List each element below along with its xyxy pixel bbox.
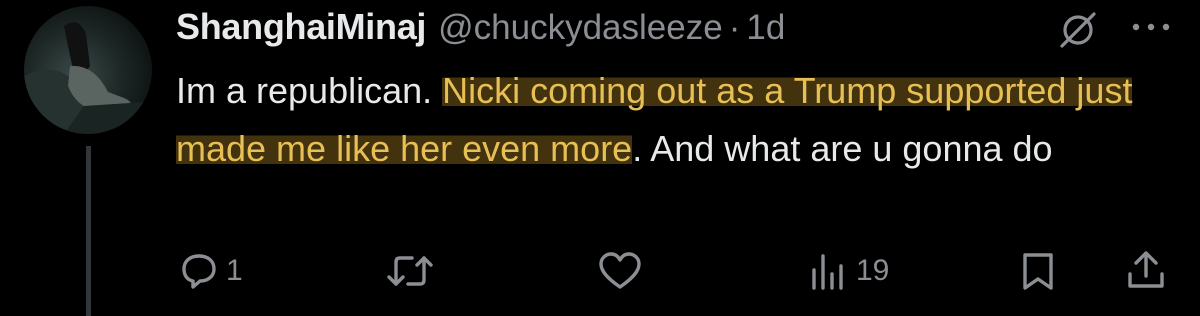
avatar[interactable] xyxy=(24,6,152,134)
like-icon xyxy=(599,252,641,289)
avatar-image xyxy=(24,22,152,134)
grok-icon[interactable] xyxy=(1056,8,1100,52)
retweet-button[interactable] xyxy=(386,250,434,292)
timestamp[interactable]: 1d xyxy=(746,8,785,48)
tweet-text-plain: Im a republican. xyxy=(176,70,443,111)
action-bar: 1 19 xyxy=(0,246,1200,296)
display-name[interactable]: ShanghaiMinaj xyxy=(176,6,426,48)
tweet-text: Im a republican. Nicki coming out as a T… xyxy=(176,62,1176,178)
tweet-header: ShanghaiMinaj @chuckydasleeze · 1d xyxy=(176,6,785,52)
separator-dot: · xyxy=(728,8,741,47)
tweet-text-end: . And what are u gonna do xyxy=(632,128,1053,169)
more-icon[interactable] xyxy=(1126,12,1176,42)
share-button[interactable] xyxy=(1124,248,1168,292)
retweet-icon xyxy=(387,256,433,286)
reply-button[interactable]: 1 xyxy=(178,250,243,292)
bookmark-icon xyxy=(1023,253,1053,290)
user-handle[interactable]: @chuckydasleeze xyxy=(438,8,723,48)
views-count: 19 xyxy=(856,254,890,287)
reply-icon xyxy=(182,254,216,289)
views-icon xyxy=(812,254,843,290)
views-button[interactable]: 19 xyxy=(808,250,889,292)
like-button[interactable] xyxy=(597,250,643,292)
share-icon xyxy=(1128,251,1164,288)
bookmark-button[interactable] xyxy=(1018,250,1058,292)
reply-count: 1 xyxy=(226,254,243,287)
